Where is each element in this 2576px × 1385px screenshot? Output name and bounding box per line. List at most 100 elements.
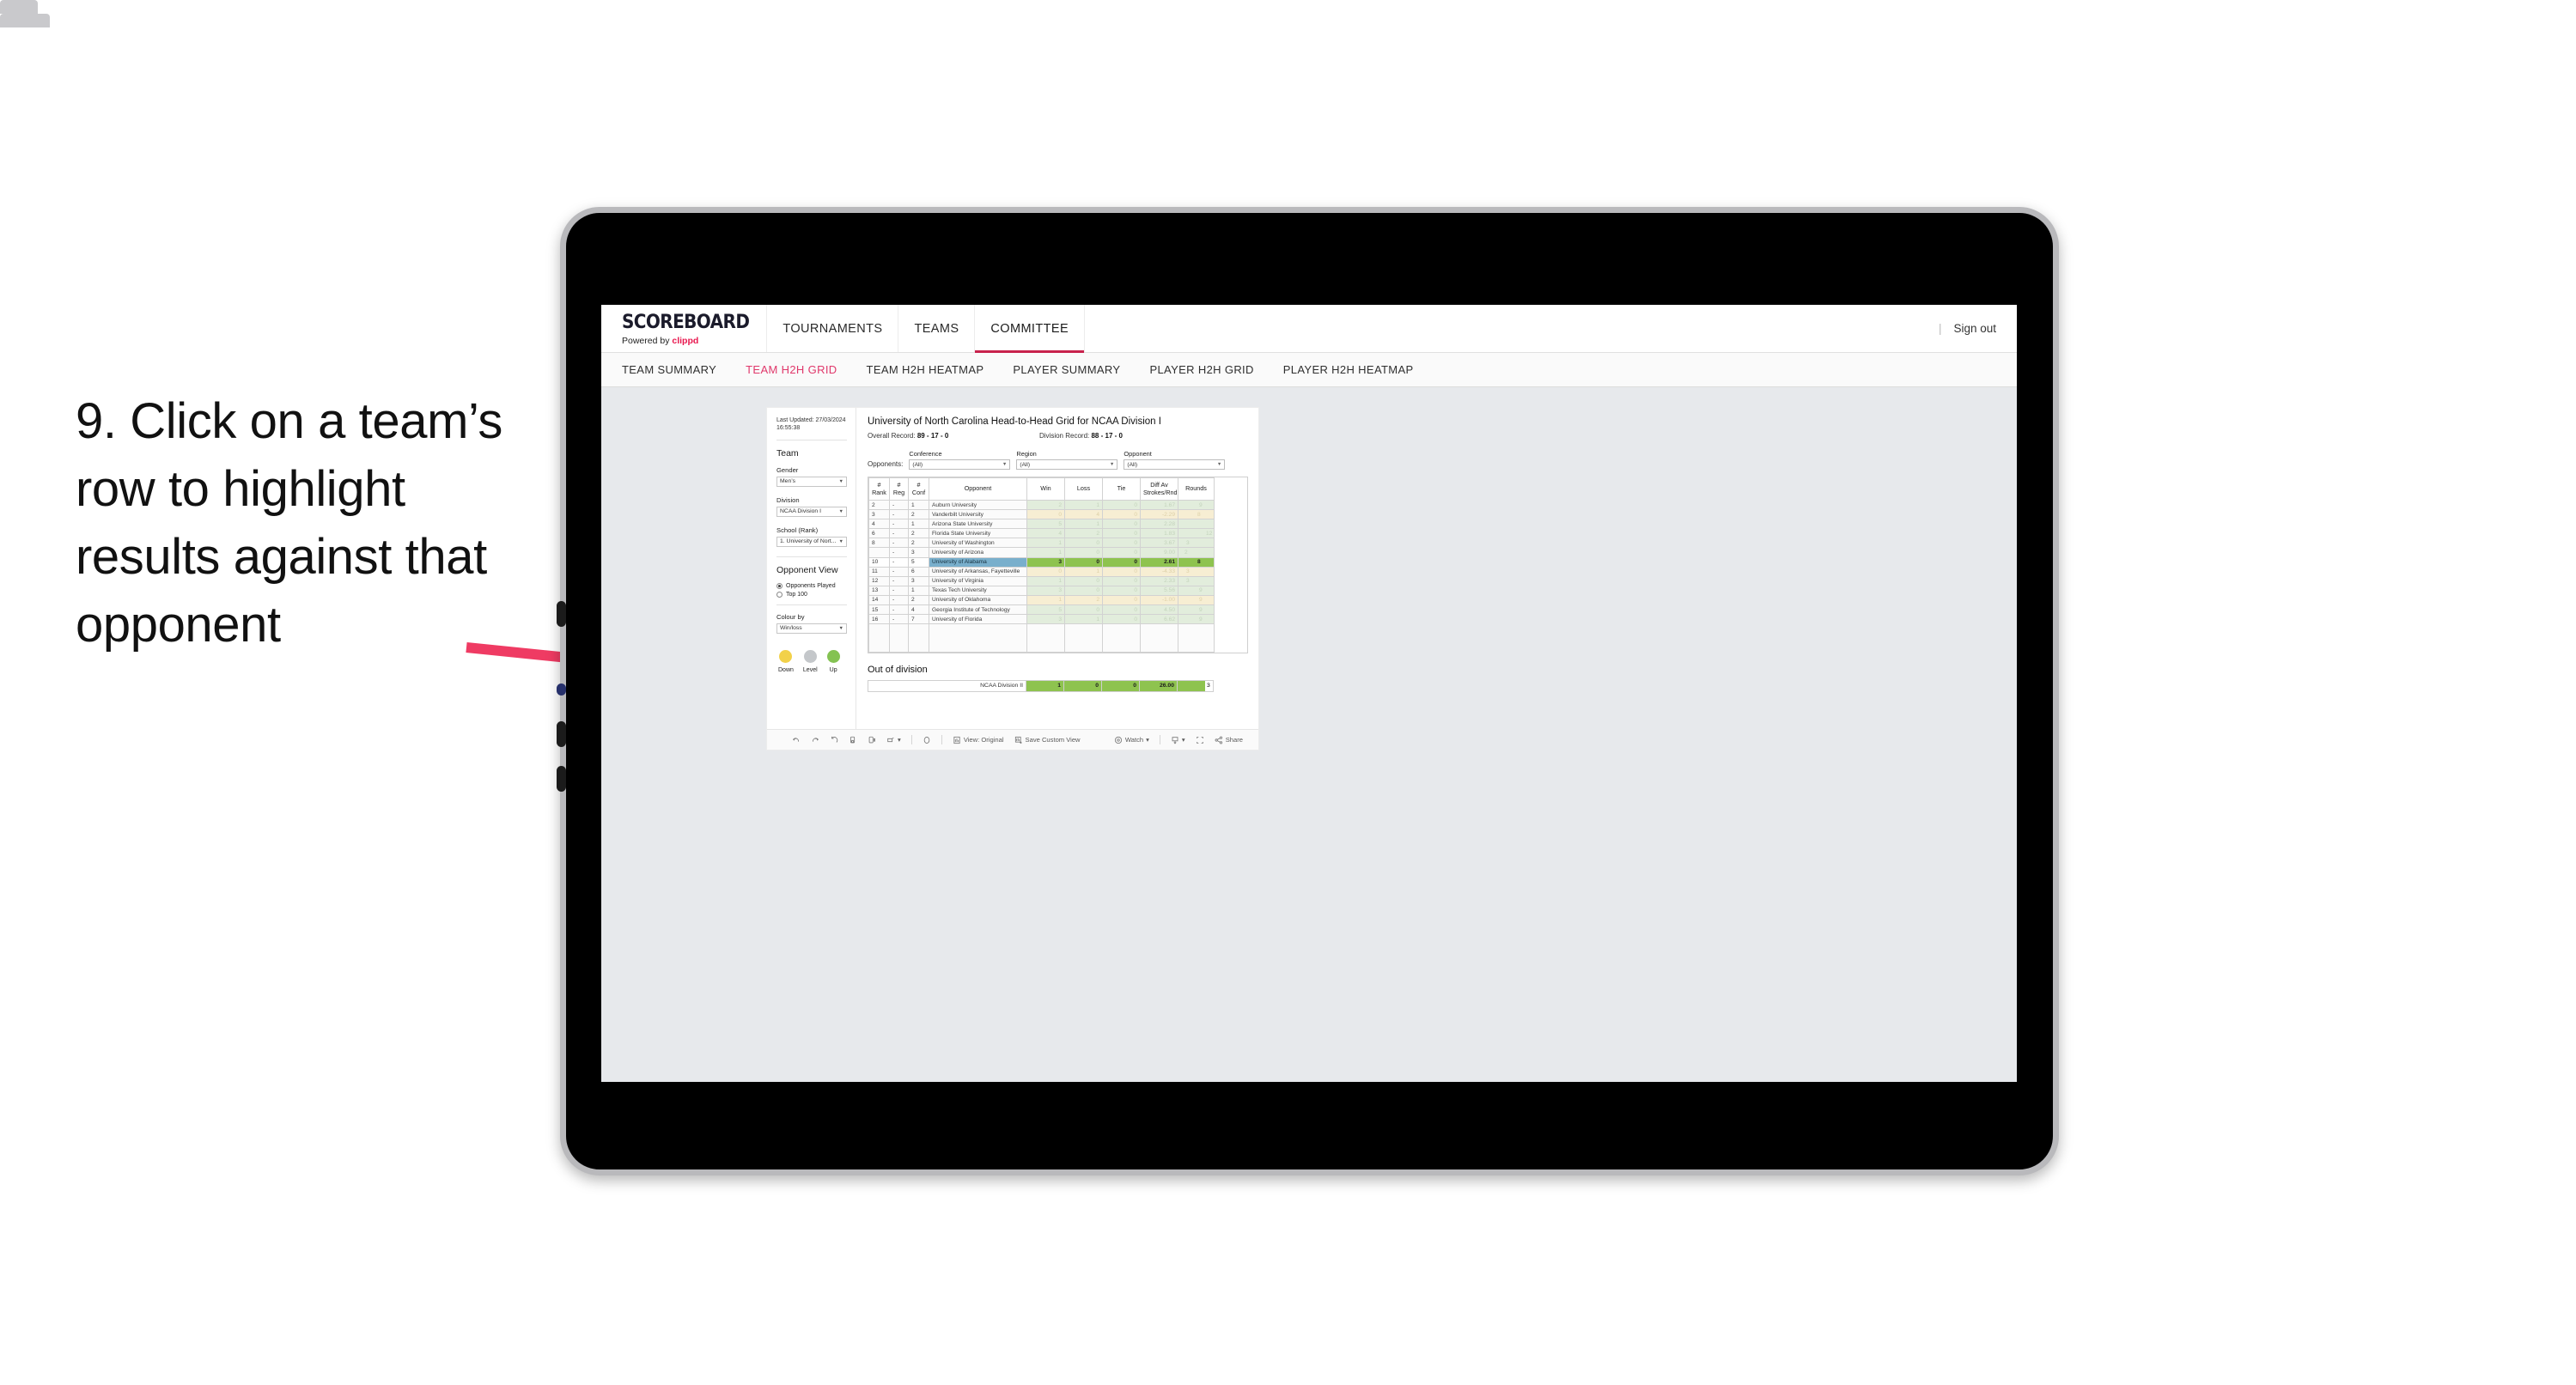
- share-button[interactable]: Share: [1209, 736, 1258, 744]
- table-row[interactable]: 3-2 Vanderbilt University 0 4 0 -2.29 8: [868, 509, 1215, 520]
- cell-conf: 2: [908, 538, 929, 549]
- toolbar-divider-1: [910, 735, 912, 744]
- undo-icon[interactable]: [787, 736, 806, 744]
- nav-committee[interactable]: COMMITTEE: [975, 305, 1086, 353]
- filler-cell: [1140, 623, 1178, 653]
- colour-by-dropdown[interactable]: Win/loss ▼: [776, 623, 847, 634]
- toolbar-divider-2: [941, 735, 942, 744]
- tablet-side-indicator: [557, 683, 566, 696]
- col-tie[interactable]: Tie: [1102, 477, 1141, 501]
- table-row[interactable]: 6-2 Florida State University 4 2 0 1.83 12: [868, 528, 1215, 539]
- out-of-division-title: Out of division: [868, 665, 928, 676]
- cell-rank: 12: [868, 575, 890, 586]
- slide-canvas: 9. Click on a team’s row to highlight re…: [0, 0, 2576, 1385]
- radio-icon: [776, 591, 783, 598]
- cell-loss: 1: [1064, 519, 1103, 530]
- cell-loss: 0: [1064, 556, 1103, 568]
- cell-win: 3: [1026, 614, 1065, 625]
- col-loss[interactable]: Loss: [1064, 477, 1103, 501]
- legend-label-level: Level: [802, 666, 818, 673]
- tab-player-summary[interactable]: PLAYER SUMMARY: [1013, 363, 1120, 376]
- revert-icon[interactable]: [825, 736, 843, 744]
- cell-loss: 2: [1064, 528, 1103, 539]
- region-dropdown[interactable]: (All) ▼: [1016, 459, 1118, 470]
- gender-dropdown[interactable]: Men’s ▼: [776, 476, 847, 487]
- out-of-division-row[interactable]: NCAA Division II 1 0 0 26.00 3: [868, 680, 1214, 692]
- cell-diff-av-strokes: -1.00: [1140, 594, 1178, 606]
- cell-win: 0: [1026, 509, 1065, 520]
- cell-tie: 0: [1102, 499, 1141, 511]
- col-reg[interactable]: # Reg: [889, 477, 909, 501]
- rounds-bar: [1178, 558, 1196, 567]
- cell-rounds: 3: [1178, 538, 1215, 549]
- brand-logo[interactable]: SCOREBOARD Powered by clippd: [601, 305, 768, 352]
- col-diff-av-strokes[interactable]: Diff Av Strokes/Rnd: [1140, 477, 1178, 501]
- cell-rank: 13: [868, 585, 890, 596]
- redo-icon[interactable]: [806, 736, 825, 744]
- cell-rank: 8: [868, 538, 890, 549]
- cell-rounds: 9: [1178, 594, 1215, 606]
- opponent-dropdown[interactable]: (All) ▼: [1124, 459, 1226, 470]
- school-dropdown[interactable]: 1. University of Nort... ▼: [776, 536, 847, 547]
- chevron-down-icon: ▼: [838, 478, 843, 484]
- rounds-bar: [1178, 577, 1184, 586]
- cell-rounds: 9: [1178, 585, 1215, 596]
- export-icon[interactable]: ▾: [881, 736, 906, 744]
- conference-dropdown[interactable]: (All) ▼: [909, 459, 1011, 470]
- tab-team-h2h-grid[interactable]: TEAM H2H GRID: [746, 363, 837, 376]
- table-row[interactable]: 16-7 University of Florida 3 1 0 6.62 9: [868, 614, 1215, 625]
- table-row[interactable]: 10-5 University of Alabama 3 0 0 2.61 8: [868, 556, 1215, 568]
- col-opponent[interactable]: Opponent: [929, 477, 1027, 501]
- col-rounds[interactable]: Rounds: [1178, 477, 1215, 501]
- legend-item-level: Level: [802, 649, 818, 673]
- table-row[interactable]: 8-2 University of Washington 1 0 0 3.67 3: [868, 538, 1215, 549]
- tab-team-summary[interactable]: TEAM SUMMARY: [622, 363, 716, 376]
- cell-loss: 2: [1064, 594, 1103, 606]
- h2h-grid-table: # Rank # Reg # Conf Opponent Win Loss Tie D…: [868, 477, 1215, 653]
- table-row[interactable]: 12-3 University of Virginia 1 0 0 2.33 3: [868, 575, 1215, 586]
- pause-icon[interactable]: [917, 736, 936, 744]
- radio-top-100[interactable]: Top 100: [776, 591, 847, 598]
- watch-button[interactable]: Watch ▾: [1109, 736, 1154, 744]
- division-label: Division: [776, 495, 800, 504]
- cell-win: 1: [1026, 547, 1065, 558]
- save-custom-view-button[interactable]: Save Custom View: [1009, 736, 1086, 744]
- ood-rounds-bar: [1178, 681, 1205, 691]
- region-value: (All): [1020, 461, 1031, 468]
- tab-player-h2h-heatmap[interactable]: PLAYER H2H HEATMAP: [1283, 363, 1414, 376]
- refresh-icon[interactable]: [843, 736, 862, 744]
- division-dropdown[interactable]: NCAA Division I ▼: [776, 506, 847, 517]
- cell-loss: 0: [1064, 547, 1103, 558]
- tab-player-h2h-grid[interactable]: PLAYER H2H GRID: [1149, 363, 1253, 376]
- view-original-button[interactable]: View: Original: [947, 736, 1009, 744]
- fullscreen-icon[interactable]: [1191, 736, 1209, 744]
- pause-refresh-icon[interactable]: [862, 736, 881, 744]
- division-record-label: Division Record:: [1039, 432, 1090, 440]
- col-rank[interactable]: # Rank: [868, 477, 890, 501]
- table-row[interactable]: 2-1 Auburn University 2 1 0 1.67 9: [868, 499, 1215, 511]
- table-row[interactable]: 13-1 Texas Tech University 3 0 0 5.56 9: [868, 585, 1215, 596]
- cell-opponent: Auburn University: [929, 499, 1027, 511]
- nav-teams[interactable]: TEAMS: [898, 305, 976, 352]
- table-row[interactable]: 15-4 Georgia Institute of Technology 5 0 0 4.…: [868, 604, 1215, 616]
- tab-team-h2h-heatmap[interactable]: TEAM H2H HEATMAP: [867, 363, 984, 376]
- signout-area[interactable]: | Sign out: [1918, 305, 2017, 352]
- radio-opponents-played[interactable]: Opponents Played: [776, 582, 847, 589]
- table-row[interactable]: -3 University of Arizona 1 0 0 9.00 2: [868, 547, 1215, 558]
- rounds-bar: [1178, 596, 1197, 604]
- h2h-grid-container: # Rank # Reg # Conf Opponent Win Loss Tie D…: [868, 477, 1248, 654]
- cell-rounds: 9: [1178, 499, 1215, 511]
- col-conf[interactable]: # Conf: [908, 477, 929, 501]
- nav-tournaments[interactable]: TOURNAMENTS: [767, 305, 899, 352]
- download-icon[interactable]: ▾: [1166, 736, 1191, 744]
- cell-conf: 1: [908, 499, 929, 511]
- table-row[interactable]: 11-6 University of Arkansas, Fayetteville…: [868, 566, 1215, 577]
- col-win[interactable]: Win: [1026, 477, 1065, 501]
- cell-win: 1: [1026, 538, 1065, 549]
- table-row[interactable]: 14-2 University of Oklahoma 1 2 0 -1.00 9: [868, 594, 1215, 606]
- colour-by-label: Colour by: [776, 612, 805, 621]
- table-row[interactable]: 4-1Arizona State University5102.2817: [868, 519, 1215, 530]
- filler-cell: [908, 623, 929, 653]
- cell-conf: 3: [908, 547, 929, 558]
- signout-label[interactable]: Sign out: [1953, 322, 1996, 335]
